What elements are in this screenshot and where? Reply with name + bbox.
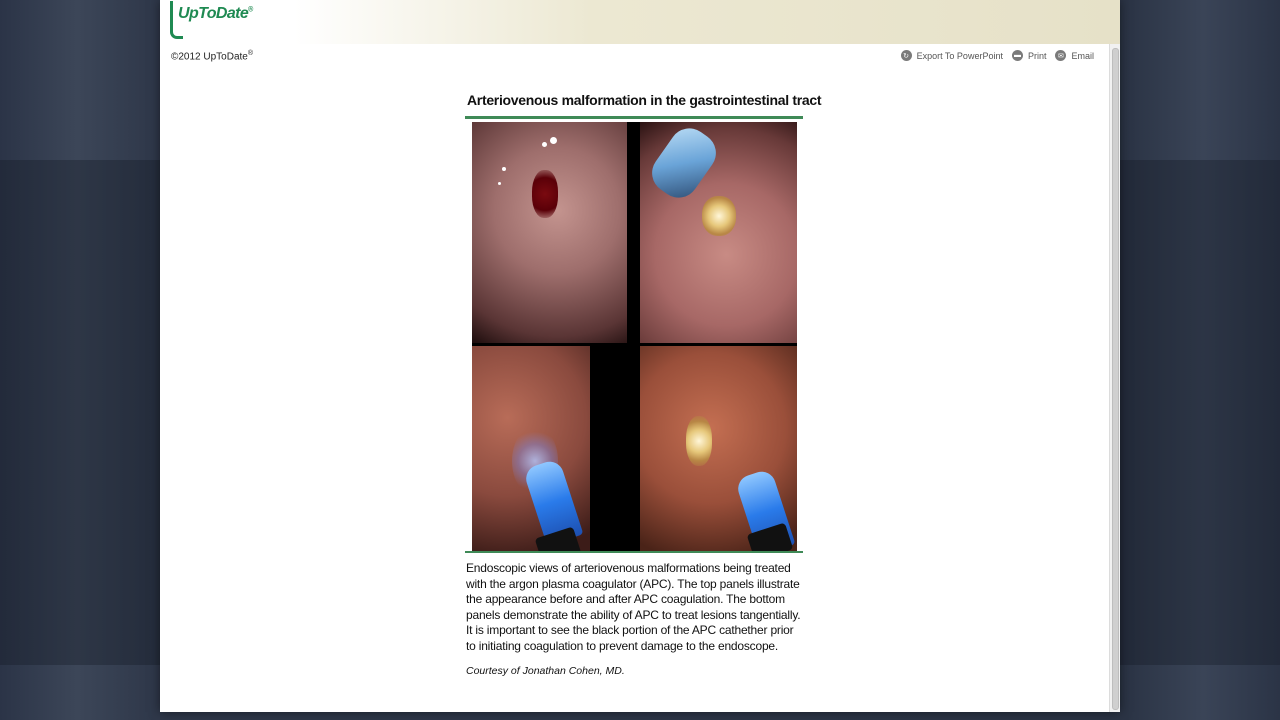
vertical-scrollbar[interactable] xyxy=(1109,44,1120,712)
email-icon: ✉ xyxy=(1055,50,1067,61)
endoscopy-panel-tangential-treated xyxy=(640,346,797,551)
figure-title: Arteriovenous malformation in the gastro… xyxy=(467,92,822,108)
coagulated-lesion xyxy=(686,416,712,466)
logo-text: UpToDate® xyxy=(178,5,253,22)
endoscopy-panel-after xyxy=(640,122,797,343)
avm-lesion xyxy=(532,170,558,218)
specular-highlight xyxy=(550,137,557,144)
export-powerpoint-button[interactable]: ↻ Export To PowerPoint xyxy=(900,50,1003,61)
endoscopy-panel-before xyxy=(472,122,627,343)
print-label: Print xyxy=(1027,50,1047,61)
copyright-notice: ©2012 UpToDate® xyxy=(171,50,254,63)
specular-highlight xyxy=(542,142,547,147)
action-toolbar: ↻ Export To PowerPoint ▬ Print ✉ Email xyxy=(892,50,1094,61)
title-rule xyxy=(465,116,803,119)
scrollbar-thumb[interactable] xyxy=(1112,48,1119,710)
print-button[interactable]: ▬ Print xyxy=(1011,50,1047,61)
export-icon: ↻ xyxy=(900,50,912,61)
browser-window: UpToDate® ©2012 UpToDate® ↻ Export To Po… xyxy=(160,0,1120,712)
figure-credit: Courtesy of Jonathan Cohen, MD. xyxy=(466,665,625,677)
caption-rule xyxy=(465,551,803,553)
endoscopy-panel-tangential xyxy=(472,346,590,551)
print-icon: ▬ xyxy=(1011,50,1023,61)
figure-caption: Endoscopic views of arteriovenous malfor… xyxy=(466,561,801,653)
uptodate-logo[interactable]: UpToDate® xyxy=(170,1,253,39)
endoscopy-image-grid xyxy=(472,122,797,551)
specular-highlight xyxy=(498,182,501,185)
export-powerpoint-label: Export To PowerPoint xyxy=(916,50,1003,61)
apc-probe-tip xyxy=(644,122,724,206)
header-bar: UpToDate® xyxy=(160,0,1120,44)
specular-highlight xyxy=(502,167,506,171)
coagulated-lesion xyxy=(702,196,736,236)
email-label: Email xyxy=(1071,50,1094,61)
email-button[interactable]: ✉ Email xyxy=(1055,50,1094,61)
